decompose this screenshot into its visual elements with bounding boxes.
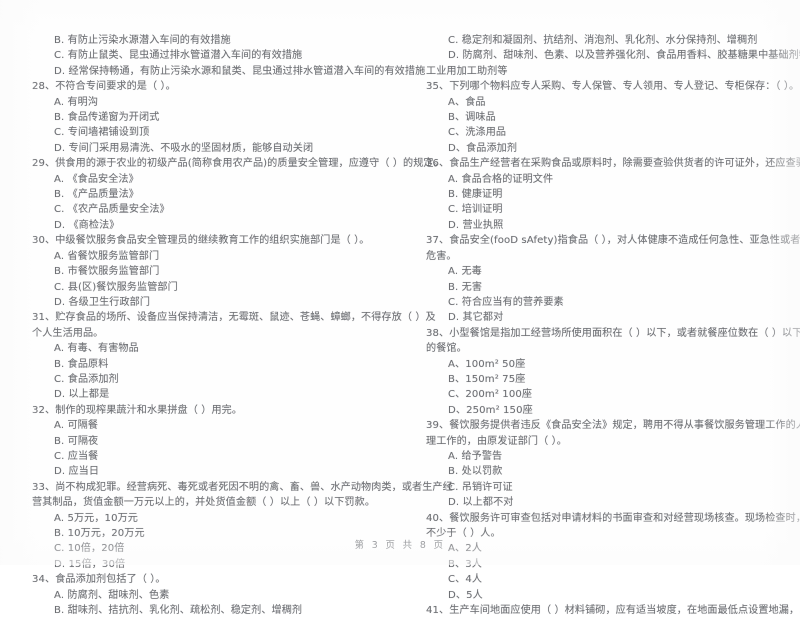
two-column-body: B. 有防止污染水源潜入车间的有效措施 C. 有防止鼠类、昆虫通过排水管道潜入车间…: [0, 33, 800, 616]
question-continuation-line: 营其制品，货值金额一万元以上的，并处货值金额（ ）以上（ ）以下罚款。: [32, 497, 376, 509]
answer-option: C. 应当餐: [54, 450, 99, 462]
answer-option: A. 有明沟: [54, 96, 99, 108]
answer-option: D. 其它都对: [448, 312, 504, 324]
answer-option: A. 有毒、有害物品: [54, 343, 139, 355]
answer-option: B. 甜味剂、拮抗剂、乳化剂、疏松剂、稳定剂、增稠剂: [54, 605, 303, 617]
answer-option: D. 经常保持畅通，有防止污染水源和鼠类、昆虫通过排水管道潜入车间的有效措施: [54, 65, 426, 77]
page-footer: 第 3 页 共 8 页: [354, 540, 446, 551]
answer-option: C. 稳定剂和凝固剂、抗结剂、消泡剂、乳化剂、水分保持剂、增稠剂: [448, 35, 758, 46]
answer-option: B. 食品原料: [54, 358, 109, 370]
answer-option: B. 食品传递窗为开闭式: [54, 112, 160, 124]
question-text: 40、餐饮服务许可审查包括对申请材料的书面审查和对经营现场核查。现场检查时，核查…: [426, 512, 800, 524]
question-text: 30、中级餐饮服务食品安全管理员的继续教育工作的组织实施部门是（ ）。: [32, 235, 370, 247]
answer-option: C、200m² 100座: [448, 389, 533, 401]
answer-option: C、4人: [448, 574, 483, 586]
answer-option: C. 县(区)餐饮服务监管部门: [54, 281, 178, 293]
question-text: 39、餐饮服务提供者违反《食品安全法》规定，聘用不得从事餐饮服务管理工作的人员从…: [426, 420, 800, 432]
answer-option: D. 以上都是: [54, 389, 110, 401]
answer-option: D. 《商检法》: [54, 219, 120, 231]
answer-option: C. 食品添加剂: [54, 373, 119, 385]
question-text: 35、下列哪个物料应专人采购、专人保管、专人领用、专人登记、专柜保存：（ ）。: [426, 81, 800, 93]
answer-option: A、100m² 50座: [448, 358, 526, 370]
answer-option: D、5人: [448, 589, 483, 601]
answer-option: B. 无害: [448, 281, 483, 293]
answer-option: C. 有防止鼠类、昆虫通过排水管道潜入车间的有效措施: [54, 50, 303, 62]
answer-option: A、食品: [448, 96, 486, 108]
question-text: 34、食品添加剂包括了（ ）。: [32, 574, 166, 586]
question-text: 28、不符合专间要求的是（ ）。: [32, 81, 176, 93]
answer-option: D. 专间门采用易清洗、不吸水的坚固材质，能够自动关闭: [54, 142, 314, 154]
question-text: 41、生产车间地面应使用（ ）材料铺砌，应有适当坡度，在地面最低点设置地漏，以保…: [426, 605, 800, 617]
question-text: 32、制作的现榨果蔬汁和水果拼盘（ ）用完。: [32, 404, 243, 416]
answer-option: C. 《农产品质量安全法》: [54, 204, 170, 216]
answer-option: D. 以上都不对: [448, 497, 514, 509]
answer-option: C. 专间墙裙铺设到顶: [54, 127, 150, 139]
answer-option: B. 健康证明: [448, 189, 503, 201]
answer-option: D. 应当日: [54, 466, 100, 478]
question-continuation-line: 的餐馆。: [426, 343, 467, 355]
answer-option: A. 无毒: [448, 266, 482, 278]
question-continuation-line: 工业用加工助剂等: [426, 65, 508, 77]
answer-option: D. 防腐剂、甜味剂、色素、以及营养强化剂、食品用香料、胶基糖果中基础剂物质、食…: [448, 50, 800, 62]
answer-option: C. 符合应当有的营养要素: [448, 296, 564, 308]
left-column: B. 有防止污染水源潜入车间的有效措施 C. 有防止鼠类、昆虫通过排水管道潜入车间…: [0, 33, 453, 616]
answer-option: D. 各级卫生行政部门: [54, 296, 151, 308]
answer-option: A. 省餐饮服务监管部门: [54, 250, 160, 262]
question-text: 29、供食用的源于农业的初级产品(简称食用农产品)的质量安全管理，应遵守（ ）的…: [32, 158, 444, 170]
question-continuation-line: 个人生活用品。: [32, 327, 104, 339]
answer-option: B、150m² 75座: [448, 373, 526, 385]
answer-option: B、调味品: [448, 112, 496, 124]
answer-option: A. 《食品安全法》: [54, 173, 139, 185]
answer-option: A. 防腐剂、甜味剂、色素: [54, 589, 170, 601]
answer-option: A. 食品合格的证明文件: [448, 173, 554, 185]
question-continuation-line: 理工作的，由原发证部门（ ）。: [426, 435, 567, 447]
question-text: 38、小型餐馆是指加工经营场所使用面积在（ ）以下，或者就餐座位数在（ ）以下: [426, 327, 800, 339]
answer-option: A. 5万元，10万元: [54, 512, 138, 524]
answer-option: C、洗涤用品: [448, 127, 507, 139]
answer-option: D. 营业执照: [448, 219, 504, 231]
answer-option: B. 市餐饮服务监管部门: [54, 266, 160, 278]
question-continuation-line: 危害。: [426, 250, 457, 262]
exam-page: B. 有防止污染水源潜入车间的有效措施 C. 有防止鼠类、昆虫通过排水管道潜入车间…: [0, 0, 800, 616]
answer-option: C. 吊销许可证: [448, 481, 513, 493]
answer-option: B. 处以罚款: [448, 466, 503, 478]
answer-option: D、食品添加剂: [448, 142, 518, 154]
answer-option: A. 给予警告: [448, 450, 503, 462]
question-text: 36、食品生产经营者在采购食品或原料时，除需要查验供货者的许可证外，还应查验（ …: [426, 158, 800, 170]
question-text: 33、尚不构成犯罪。经营病死、毒死或者死因不明的禽、畜、兽、水产动物肉类，或者生…: [32, 481, 453, 493]
question-text: 31、贮存食品的场所、设备应当保持清洁，无霉斑、鼠迹、苍蝇、蟑螂，不得存放（ ）…: [32, 312, 436, 324]
right-column: C. 稳定剂和凝固剂、抗结剂、消泡剂、乳化剂、水分保持剂、增稠剂 D. 防腐剂、甜…: [400, 33, 800, 616]
answer-option: B. 《产品质量法》: [54, 189, 139, 201]
question-text: 37、食品安全(fooD sAfety)指食品（ ），对人体健康不造成任何急性、…: [426, 235, 800, 247]
answer-option: A. 可隔餐: [54, 420, 99, 432]
answer-option: B. 可隔夜: [54, 435, 99, 447]
answer-option: B. 有防止污染水源潜入车间的有效措施: [54, 35, 231, 46]
answer-option: D、250m² 150座: [448, 404, 533, 416]
answer-option: C. 培训证明: [448, 204, 503, 216]
